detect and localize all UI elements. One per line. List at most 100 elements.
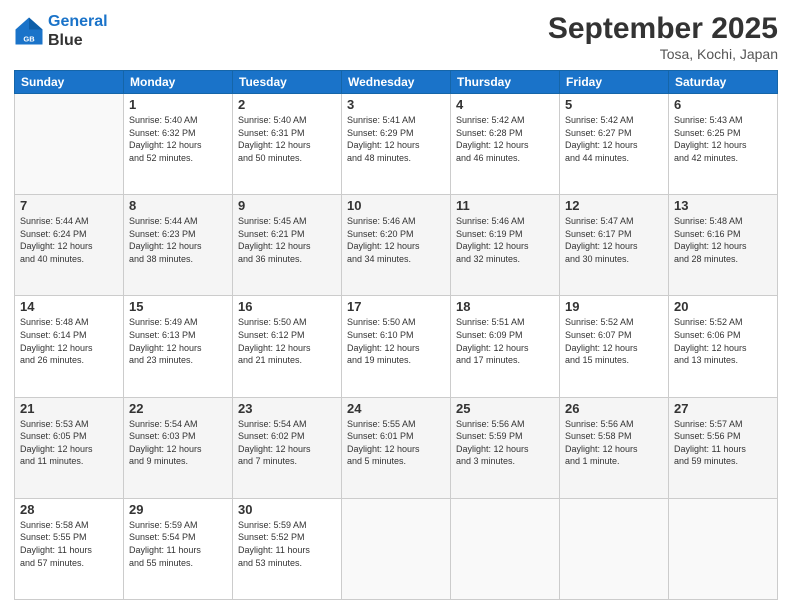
calendar-cell: 9Sunrise: 5:45 AM Sunset: 6:21 PM Daylig… [233, 195, 342, 296]
calendar-cell: 7 Sunrise: 5:44 AM Sunset: 6:24 PM Daylig… [15, 195, 124, 296]
cell-info: Sunrise: 5:55 AM Sunset: 6:01 PM Dayligh… [347, 418, 445, 468]
calendar-cell: 8Sunrise: 5:44 AM Sunset: 6:23 PM Daylig… [124, 195, 233, 296]
cell-info: Sunrise: 5:46 AM Sunset: 6:20 PM Dayligh… [347, 215, 445, 265]
cell-info: Sunrise: 5:59 AM Sunset: 5:54 PM Dayligh… [129, 519, 227, 569]
calendar-cell [342, 498, 451, 599]
calendar-week-row: 28 Sunrise: 5:58 AM Sunset: 5:55 PM Dayli… [15, 498, 778, 599]
weekday-header-monday: Monday [124, 71, 233, 94]
day-number: 17 [347, 299, 445, 314]
calendar-cell: 17 Sunrise: 5:50 AM Sunset: 6:10 PM Dayli… [342, 296, 451, 397]
calendar-cell [669, 498, 778, 599]
day-number: 15 [129, 299, 227, 314]
calendar-cell: 20 Sunrise: 5:52 AM Sunset: 6:06 PM Dayli… [669, 296, 778, 397]
calendar-cell: 30 Sunrise: 5:59 AM Sunset: 5:52 PM Dayli… [233, 498, 342, 599]
day-number: 16 [238, 299, 336, 314]
day-number: 5 [565, 97, 663, 112]
day-number: 19 [565, 299, 663, 314]
calendar-week-row: 1Sunrise: 5:40 AM Sunset: 6:32 PM Daylig… [15, 94, 778, 195]
cell-info: Sunrise: 5:53 AM Sunset: 6:05 PM Dayligh… [20, 418, 118, 468]
cell-info: Sunrise: 5:48 AM Sunset: 6:16 PM Dayligh… [674, 215, 772, 265]
header: GB General Blue September 2025 Tosa, Koc… [14, 12, 778, 62]
cell-info: Sunrise: 5:56 AM Sunset: 5:58 PM Dayligh… [565, 418, 663, 468]
cell-info: Sunrise: 5:42 AM Sunset: 6:27 PM Dayligh… [565, 114, 663, 164]
day-number: 27 [674, 401, 772, 416]
cell-info: Sunrise: 5:54 AM Sunset: 6:03 PM Dayligh… [129, 418, 227, 468]
cell-info: Sunrise: 5:44 AM Sunset: 6:24 PM Dayligh… [20, 215, 118, 265]
day-number: 7 [20, 198, 118, 213]
weekday-header-friday: Friday [560, 71, 669, 94]
calendar-cell: 24 Sunrise: 5:55 AM Sunset: 6:01 PM Dayli… [342, 397, 451, 498]
cell-info: Sunrise: 5:50 AM Sunset: 6:10 PM Dayligh… [347, 316, 445, 366]
calendar-cell [451, 498, 560, 599]
cell-info: Sunrise: 5:49 AM Sunset: 6:13 PM Dayligh… [129, 316, 227, 366]
cell-info: Sunrise: 5:41 AM Sunset: 6:29 PM Dayligh… [347, 114, 445, 164]
cell-info: Sunrise: 5:50 AM Sunset: 6:12 PM Dayligh… [238, 316, 336, 366]
calendar-cell: 28 Sunrise: 5:58 AM Sunset: 5:55 PM Dayli… [15, 498, 124, 599]
cell-info: Sunrise: 5:54 AM Sunset: 6:02 PM Dayligh… [238, 418, 336, 468]
calendar-cell [560, 498, 669, 599]
cell-info: Sunrise: 5:58 AM Sunset: 5:55 PM Dayligh… [20, 519, 118, 569]
weekday-header-wednesday: Wednesday [342, 71, 451, 94]
calendar-cell: 16 Sunrise: 5:50 AM Sunset: 6:12 PM Dayli… [233, 296, 342, 397]
day-number: 4 [456, 97, 554, 112]
day-number: 28 [20, 502, 118, 517]
logo-general: General [48, 13, 108, 30]
calendar-cell: 27 Sunrise: 5:57 AM Sunset: 5:56 PM Dayli… [669, 397, 778, 498]
cell-info: Sunrise: 5:48 AM Sunset: 6:14 PM Dayligh… [20, 316, 118, 366]
day-number: 11 [456, 198, 554, 213]
cell-info: Sunrise: 5:51 AM Sunset: 6:09 PM Dayligh… [456, 316, 554, 366]
month-title: September 2025 [548, 12, 778, 46]
weekday-header-row: SundayMondayTuesdayWednesdayThursdayFrid… [15, 71, 778, 94]
calendar-cell: 5 Sunrise: 5:42 AM Sunset: 6:27 PM Daylig… [560, 94, 669, 195]
day-number: 6 [674, 97, 772, 112]
calendar-cell: 29 Sunrise: 5:59 AM Sunset: 5:54 PM Dayli… [124, 498, 233, 599]
day-number: 10 [347, 198, 445, 213]
calendar-cell: 22 Sunrise: 5:54 AM Sunset: 6:03 PM Dayli… [124, 397, 233, 498]
calendar-cell: 10 Sunrise: 5:46 AM Sunset: 6:20 PM Dayli… [342, 195, 451, 296]
day-number: 3 [347, 97, 445, 112]
calendar-cell: 19Sunrise: 5:52 AM Sunset: 6:07 PM Dayli… [560, 296, 669, 397]
weekday-header-sunday: Sunday [15, 71, 124, 94]
logo-icon: GB [14, 16, 44, 46]
day-number: 9 [238, 198, 336, 213]
calendar-week-row: 21 Sunrise: 5:53 AM Sunset: 6:05 PM Dayli… [15, 397, 778, 498]
calendar-table: SundayMondayTuesdayWednesdayThursdayFrid… [14, 70, 778, 600]
cell-info: Sunrise: 5:57 AM Sunset: 5:56 PM Dayligh… [674, 418, 772, 468]
calendar-cell: 14Sunrise: 5:48 AM Sunset: 6:14 PM Dayli… [15, 296, 124, 397]
day-number: 30 [238, 502, 336, 517]
day-number: 22 [129, 401, 227, 416]
day-number: 26 [565, 401, 663, 416]
day-number: 18 [456, 299, 554, 314]
day-number: 29 [129, 502, 227, 517]
logo-blue: Blue [48, 32, 83, 49]
day-number: 21 [20, 401, 118, 416]
day-number: 1 [129, 97, 227, 112]
svg-text:GB: GB [23, 35, 35, 44]
calendar-cell: 2 Sunrise: 5:40 AM Sunset: 6:31 PM Daylig… [233, 94, 342, 195]
day-number: 8 [129, 198, 227, 213]
calendar-cell: 1Sunrise: 5:40 AM Sunset: 6:32 PM Daylig… [124, 94, 233, 195]
day-number: 24 [347, 401, 445, 416]
calendar-week-row: 14Sunrise: 5:48 AM Sunset: 6:14 PM Dayli… [15, 296, 778, 397]
day-number: 20 [674, 299, 772, 314]
cell-info: Sunrise: 5:43 AM Sunset: 6:25 PM Dayligh… [674, 114, 772, 164]
weekday-header-thursday: Thursday [451, 71, 560, 94]
page-container: GB General Blue September 2025 Tosa, Koc… [0, 0, 792, 612]
day-number: 2 [238, 97, 336, 112]
calendar-week-row: 7 Sunrise: 5:44 AM Sunset: 6:24 PM Daylig… [15, 195, 778, 296]
cell-info: Sunrise: 5:52 AM Sunset: 6:06 PM Dayligh… [674, 316, 772, 366]
day-number: 23 [238, 401, 336, 416]
calendar-cell: 4Sunrise: 5:42 AM Sunset: 6:28 PM Daylig… [451, 94, 560, 195]
day-number: 25 [456, 401, 554, 416]
logo-text: General Blue [48, 12, 108, 50]
calendar-cell [15, 94, 124, 195]
calendar-cell: 11Sunrise: 5:46 AM Sunset: 6:19 PM Dayli… [451, 195, 560, 296]
cell-info: Sunrise: 5:40 AM Sunset: 6:31 PM Dayligh… [238, 114, 336, 164]
calendar-cell: 25Sunrise: 5:56 AM Sunset: 5:59 PM Dayli… [451, 397, 560, 498]
cell-info: Sunrise: 5:47 AM Sunset: 6:17 PM Dayligh… [565, 215, 663, 265]
weekday-header-tuesday: Tuesday [233, 71, 342, 94]
cell-info: Sunrise: 5:59 AM Sunset: 5:52 PM Dayligh… [238, 519, 336, 569]
calendar-cell: 15 Sunrise: 5:49 AM Sunset: 6:13 PM Dayli… [124, 296, 233, 397]
day-number: 12 [565, 198, 663, 213]
calendar-cell: 23 Sunrise: 5:54 AM Sunset: 6:02 PM Dayli… [233, 397, 342, 498]
